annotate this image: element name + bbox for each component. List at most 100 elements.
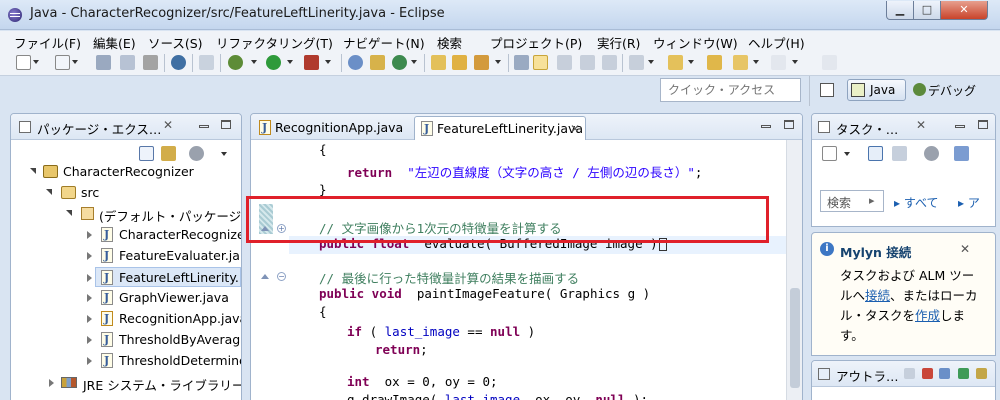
chevron-down-icon[interactable] <box>648 60 654 64</box>
tab-feature-left-linerity[interactable]: FeatureLeftLinerity.java ✕ <box>414 116 586 140</box>
toggle-highlight-icon[interactable] <box>533 55 548 70</box>
tree-item-file[interactable]: CharacterRecognize <box>11 225 241 245</box>
maximize-view-icon[interactable] <box>784 120 794 129</box>
new-task-icon[interactable] <box>822 146 837 161</box>
tree-item-file[interactable]: ThresholdByAverag <box>11 330 241 350</box>
package-explorer-title[interactable]: パッケージ・エクス… <box>37 119 161 138</box>
external-tools-icon[interactable] <box>304 55 319 70</box>
chevron-down-icon[interactable] <box>688 60 694 64</box>
show-whitespace-icon[interactable] <box>557 55 572 70</box>
close-icon[interactable]: ✕ <box>916 118 926 132</box>
back-arrow-icon[interactable] <box>733 55 748 70</box>
tree-item-file[interactable]: FeatureEvaluater.ja <box>11 246 241 266</box>
link-editor-icon[interactable] <box>161 146 176 161</box>
new-package-icon[interactable] <box>370 55 385 70</box>
tree-item-default-package[interactable]: (デフォルト・パッケージ <box>11 204 241 224</box>
quick-access-input[interactable] <box>660 78 801 102</box>
open-type-icon[interactable] <box>431 55 446 70</box>
close-icon[interactable]: ✕ <box>163 118 173 132</box>
skip-breakpoints-icon[interactable] <box>199 55 214 70</box>
tree-item-file[interactable]: GraphViewer.java <box>11 288 241 308</box>
create-link[interactable]: 作成 <box>915 308 940 323</box>
tree-item-library[interactable]: JRE システム・ライブラリー <box>11 373 241 393</box>
open-perspective-icon[interactable] <box>820 83 834 97</box>
collapse-all-icon[interactable] <box>904 368 915 379</box>
chevron-down-icon[interactable] <box>287 60 293 64</box>
fold-up-icon[interactable] <box>261 274 269 279</box>
minimize-view-icon[interactable] <box>761 125 771 128</box>
connect-link[interactable]: 接続 <box>865 288 890 303</box>
filter-all-link[interactable]: ▸ すべて <box>894 194 939 211</box>
vertical-scrollbar[interactable] <box>786 140 802 400</box>
expand-icon[interactable]: + <box>277 224 286 233</box>
chevron-down-icon[interactable] <box>251 60 257 64</box>
maximize-view-icon[interactable] <box>978 120 988 129</box>
tree-item-src[interactable]: src <box>11 183 241 203</box>
save-icon[interactable] <box>96 55 111 70</box>
vertical-ruler[interactable]: + − <box>251 140 289 400</box>
forward-arrow-icon[interactable] <box>771 55 786 70</box>
task-list-title[interactable]: タスク・… <box>836 119 898 138</box>
run-icon[interactable] <box>266 55 281 70</box>
hide-static-icon[interactable] <box>939 368 950 379</box>
close-icon[interactable]: ✕ <box>570 122 580 136</box>
minimize-view-icon[interactable] <box>199 125 209 128</box>
paragraph-icon[interactable] <box>602 55 617 70</box>
chevron-down-icon[interactable] <box>844 152 850 156</box>
hide-local-types-icon[interactable] <box>976 368 987 379</box>
maximize-view-icon[interactable] <box>221 120 231 129</box>
tree-item-file[interactable]: ThresholdDetermine <box>11 351 241 371</box>
filter-more-link[interactable]: ▸ ア <box>958 194 980 211</box>
categorized-icon[interactable] <box>868 146 883 161</box>
chevron-down-icon[interactable] <box>792 60 798 64</box>
chevron-down-icon[interactable] <box>495 60 501 64</box>
prev-annotation-icon[interactable] <box>668 55 683 70</box>
tree-item-project[interactable]: CharacterRecognizer <box>11 162 241 182</box>
chevron-down-icon[interactable] <box>72 60 78 64</box>
chevron-down-icon[interactable] <box>411 60 417 64</box>
back-icon[interactable] <box>707 55 722 70</box>
close-icon[interactable]: ✕ <box>960 242 970 256</box>
collapse-all-icon[interactable] <box>139 146 154 161</box>
outline-title[interactable]: アウトラ… <box>836 366 899 385</box>
scheduled-icon[interactable] <box>892 146 907 161</box>
chevron-down-icon[interactable] <box>221 152 227 156</box>
scrollbar-thumb[interactable] <box>790 288 800 388</box>
chevron-down-icon[interactable] <box>325 60 331 64</box>
save-all-icon[interactable] <box>120 55 135 70</box>
fold-up-icon[interactable] <box>261 226 269 231</box>
perspective-java-button[interactable]: Java <box>847 79 906 101</box>
hide-fields-icon[interactable] <box>922 368 933 379</box>
tab-recognition-app[interactable]: RecognitionApp.java <box>253 116 413 140</box>
block-selection-icon[interactable] <box>580 55 595 70</box>
tree-item-file[interactable]: RecognitionApp.java <box>11 309 241 329</box>
toggle-mark-icon[interactable] <box>514 55 529 70</box>
focus-icon[interactable] <box>924 146 939 161</box>
chevron-down-icon[interactable] <box>753 60 759 64</box>
new-java-project-icon[interactable] <box>348 55 363 70</box>
minimize-button[interactable]: ▁ <box>886 1 914 20</box>
hide-nonpublic-icon[interactable] <box>958 368 969 379</box>
pin-icon[interactable] <box>822 55 837 70</box>
search-icon[interactable] <box>474 55 489 70</box>
maximize-button[interactable]: □ <box>913 1 941 20</box>
next-annotation-icon[interactable] <box>629 55 644 70</box>
view-menu-icon[interactable] <box>189 146 204 161</box>
search-icon[interactable]: ▸ <box>869 194 875 207</box>
minimize-view-icon[interactable] <box>955 125 965 128</box>
chevron-down-icon[interactable] <box>33 60 39 64</box>
collapse-icon[interactable]: − <box>277 272 286 281</box>
code-area[interactable]: { return "左辺の直線度（文字の高さ / 左側の辺の長さ）"; } //… <box>289 140 788 400</box>
open-task-icon[interactable] <box>452 55 467 70</box>
show-all-icon[interactable] <box>954 146 969 161</box>
print-icon[interactable] <box>143 55 158 70</box>
new-class-icon[interactable] <box>392 55 407 70</box>
new-file-icon[interactable] <box>55 55 70 70</box>
tree-item-file-selected[interactable]: FeatureLeftLinerity. <box>87 267 241 287</box>
editor-body[interactable]: + − { return "左辺の直線度（文字の高さ / 左側の辺の長さ）"; … <box>251 140 802 400</box>
gear-icon[interactable] <box>171 55 186 70</box>
new-icon[interactable] <box>16 55 31 70</box>
debug-icon[interactable] <box>228 55 243 70</box>
close-button[interactable]: ✕ <box>940 1 988 20</box>
perspective-debug-button[interactable]: デバッグ <box>910 80 998 100</box>
